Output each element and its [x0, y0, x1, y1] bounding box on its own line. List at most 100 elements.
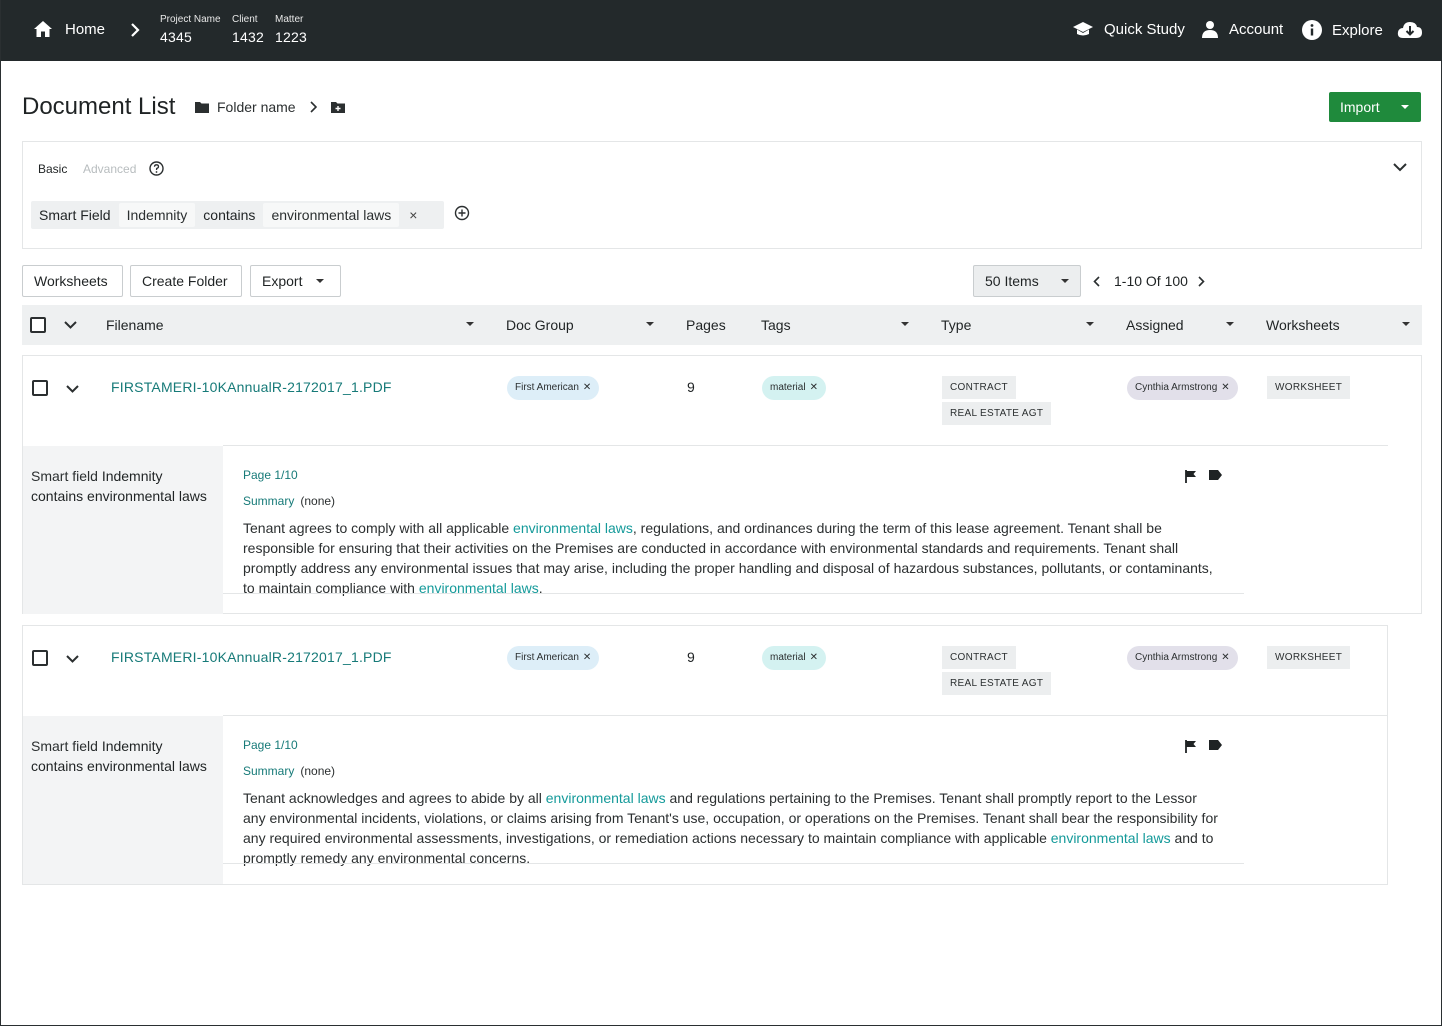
column-assigned[interactable]: Assigned: [1126, 317, 1184, 333]
snippet-segment: Tenant agrees to comply with all applica…: [243, 520, 514, 536]
info-icon: [1302, 20, 1322, 40]
create-folder-label: Create Folder: [142, 273, 228, 289]
type-badge: CONTRACT: [942, 376, 1016, 399]
table-row: FIRSTAMERI-10KAnnualR-2172017_1.PDF Firs…: [22, 355, 1422, 614]
table-row: FIRSTAMERI-10KAnnualR-2172017_1.PDF Firs…: [22, 625, 1388, 885]
filter-panel: Basic Advanced Smart Field Indemnity con…: [22, 141, 1422, 249]
column-filename[interactable]: Filename: [106, 317, 164, 333]
flag-icon[interactable]: [1185, 470, 1197, 483]
type-badge: CONTRACT: [942, 646, 1016, 669]
add-folder-icon[interactable]: [330, 101, 345, 113]
chevron-down-icon[interactable]: [66, 385, 79, 393]
nav-label: Account: [1229, 20, 1284, 38]
items-per-page-select[interactable]: 50 Items: [973, 265, 1081, 297]
meta-key: Matter: [275, 14, 304, 25]
column-doc-group[interactable]: Doc Group: [506, 317, 574, 333]
filter-value[interactable]: environmental laws: [263, 203, 400, 227]
filter-operator[interactable]: contains: [195, 201, 263, 229]
row-checkbox[interactable]: [32, 380, 48, 396]
matter-meta: Matter 1223: [275, 14, 307, 45]
tab-basic[interactable]: Basic: [38, 162, 67, 176]
remove-chip-icon[interactable]: ✕: [583, 382, 591, 393]
doc-group-label: First American: [515, 652, 579, 663]
home-link[interactable]: Home: [33, 20, 105, 38]
caret-down-icon: [1060, 279, 1069, 283]
export-label: Export: [262, 273, 303, 289]
page-link[interactable]: Page 1/10: [243, 468, 1243, 482]
type-badge: REAL ESTATE AGT: [942, 402, 1052, 425]
match-field: Indemnity: [101, 738, 163, 754]
remove-condition-icon[interactable]: ×: [409, 207, 417, 223]
folder-name-link[interactable]: Folder name: [217, 99, 296, 115]
nav-explore[interactable]: Explore: [1302, 20, 1383, 40]
doc-group-chip: First American ✕: [507, 646, 600, 670]
flag-icon[interactable]: [1185, 740, 1197, 753]
row-checkbox[interactable]: [32, 650, 48, 666]
tag-chip: material ✕: [762, 646, 826, 670]
column-worksheets[interactable]: Worksheets: [1266, 317, 1340, 333]
tag-label: material: [770, 382, 806, 393]
import-button[interactable]: Import: [1329, 92, 1421, 122]
sort-caret-icon[interactable]: [646, 322, 654, 326]
remove-chip-icon[interactable]: ✕: [810, 382, 818, 393]
nav-account[interactable]: Account: [1201, 20, 1283, 38]
type-badge: REAL ESTATE AGT: [942, 672, 1052, 695]
worksheets-button-label: Worksheets: [34, 273, 108, 289]
remove-chip-icon[interactable]: ✕: [1221, 382, 1229, 393]
nav-label: Explore: [1332, 21, 1383, 39]
highlight-term[interactable]: environmental laws: [546, 790, 666, 806]
chevron-down-icon[interactable]: [1393, 163, 1407, 172]
chevron-down-icon[interactable]: [66, 655, 79, 663]
remove-chip-icon[interactable]: ✕: [1221, 652, 1229, 663]
match-body: Page 1/10 Summary (none) Tenant agrees to…: [243, 468, 1243, 598]
nav-quick-study[interactable]: Quick Study: [1072, 20, 1185, 38]
sort-caret-icon[interactable]: [466, 322, 474, 326]
create-folder-button[interactable]: Create Folder: [130, 265, 242, 297]
match-rest: contains environmental laws: [31, 488, 207, 504]
summary-value: (none): [300, 494, 336, 508]
remove-chip-icon[interactable]: ✕: [810, 652, 818, 663]
filename-link[interactable]: FIRSTAMERI-10KAnnualR-2172017_1.PDF: [111, 649, 392, 665]
cloud-download-icon[interactable]: [1397, 21, 1423, 39]
meta-key: Project Name: [160, 14, 221, 25]
sort-caret-icon[interactable]: [1402, 322, 1410, 326]
column-type[interactable]: Type: [941, 317, 971, 333]
sort-caret-icon[interactable]: [1226, 322, 1234, 326]
sort-caret-icon[interactable]: [901, 322, 909, 326]
select-all-checkbox[interactable]: [30, 317, 46, 333]
match-rest: contains environmental laws: [31, 758, 207, 774]
help-icon[interactable]: [149, 161, 164, 176]
snippet-segment: Tenant acknowledges and agrees to abide …: [243, 790, 546, 806]
filter-field-name[interactable]: Indemnity: [118, 203, 196, 227]
filter-field-type[interactable]: Smart Field: [31, 201, 119, 229]
worksheets-button[interactable]: Worksheets: [22, 265, 123, 297]
chevron-right-icon[interactable]: [1198, 275, 1205, 287]
column-pages[interactable]: Pages: [686, 317, 726, 333]
summary-value: (none): [300, 764, 336, 778]
highlight-term[interactable]: environmental laws: [513, 520, 633, 536]
caret-down-icon: [1401, 105, 1409, 109]
chevron-down-icon[interactable]: [64, 321, 77, 329]
tag-icon[interactable]: [1209, 470, 1222, 480]
page-link[interactable]: Page 1/10: [243, 738, 1243, 752]
remove-chip-icon[interactable]: ✕: [583, 652, 591, 663]
snippet-text: Tenant agrees to comply with all applica…: [243, 518, 1218, 598]
add-condition-icon[interactable]: [454, 205, 470, 221]
row-divider: [223, 715, 1388, 716]
match-body: Page 1/10 Summary (none) Tenant acknowled…: [243, 738, 1243, 868]
graduation-cap-icon: [1073, 22, 1093, 36]
filename-link[interactable]: FIRSTAMERI-10KAnnualR-2172017_1.PDF: [111, 379, 392, 395]
export-button[interactable]: Export: [250, 265, 341, 297]
match-label: Smart field Indemnity contains environme…: [23, 446, 223, 614]
worksheet-badge[interactable]: WORKSHEET: [1267, 646, 1351, 669]
column-tags[interactable]: Tags: [761, 317, 791, 333]
chevron-left-icon[interactable]: [1093, 275, 1100, 287]
meta-value: 1432: [232, 29, 264, 45]
row-actions: [1185, 740, 1222, 753]
sort-caret-icon[interactable]: [1086, 322, 1094, 326]
worksheet-badge[interactable]: WORKSHEET: [1267, 376, 1351, 399]
tag-icon[interactable]: [1209, 740, 1222, 750]
highlight-term[interactable]: environmental laws: [1051, 830, 1171, 846]
assigned-label: Cynthia Armstrong: [1135, 382, 1218, 393]
tab-advanced[interactable]: Advanced: [83, 162, 136, 176]
